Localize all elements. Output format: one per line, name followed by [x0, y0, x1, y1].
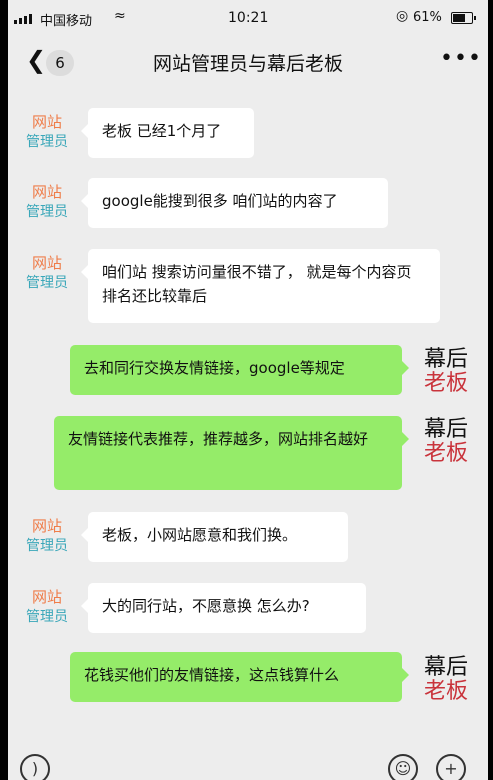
chat-screen: 中国移动 ≈ 10:21 ◎ 61% ❮ 6 网站管理员与幕后老板 ••• 网站… — [8, 0, 488, 780]
avatar-admin[interactable]: 网站 管理员 — [20, 112, 74, 156]
message-bubble-admin[interactable]: 老板 已经1个月了 — [81, 108, 254, 158]
avatar-boss[interactable]: 幕后 老板 — [418, 656, 474, 704]
voice-icon[interactable]: ) — [20, 754, 50, 780]
avatar-boss[interactable]: 幕后 老板 — [418, 418, 474, 466]
message-bubble-admin[interactable]: 老板，小网站愿意和我们换。 — [81, 512, 348, 562]
message-bubble-admin[interactable]: 大的同行站，不愿意换 怎么办? — [81, 583, 366, 633]
status-bar: 中国移动 ≈ 10:21 ◎ 61% — [8, 0, 488, 36]
emoji-icon[interactable]: ☺ — [388, 754, 418, 780]
plus-icon[interactable]: + — [436, 754, 466, 780]
page-title: 网站管理员与幕后老板 — [152, 53, 343, 75]
message-bubble-admin[interactable]: 咱们站 搜索访问量很不错了， 就是每个内容页排名还比较靠后 — [81, 249, 440, 323]
message-bubble-admin[interactable]: google能搜到很多 咱们站的内容了 — [81, 178, 388, 228]
carrier-name: 中国移动 — [40, 14, 93, 29]
avatar-admin[interactable]: 网站 管理员 — [20, 253, 74, 297]
message-bubble-boss[interactable]: 友情链接代表推荐，推荐越多，网站排名越好 — [54, 416, 409, 490]
avatar-boss[interactable]: 幕后 老板 — [418, 348, 474, 396]
avatar-admin[interactable]: 网站 管理员 — [20, 182, 74, 226]
wifi-icon: ≈ — [114, 8, 126, 24]
avatar-admin[interactable]: 网站 管理员 — [20, 587, 74, 631]
battery-percent: 61% — [413, 10, 442, 25]
input-toolbar: ) ☺ + — [8, 748, 488, 780]
message-bubble-boss[interactable]: 去和同行交换友情链接，google等规定 — [70, 345, 409, 395]
nav-bar: ❮ 6 网站管理员与幕后老板 ••• — [8, 36, 488, 88]
message-bubble-boss[interactable]: 花钱买他们的友情链接，这点钱算什么 — [70, 652, 409, 702]
avatar-admin[interactable]: 网站 管理员 — [20, 516, 74, 560]
more-dots-icon[interactable]: ••• — [440, 46, 482, 71]
signal-icon — [14, 14, 32, 24]
battery-icon — [451, 12, 476, 24]
clock: 10:21 — [228, 10, 269, 26]
rotation-lock-icon: ◎ — [396, 8, 409, 24]
